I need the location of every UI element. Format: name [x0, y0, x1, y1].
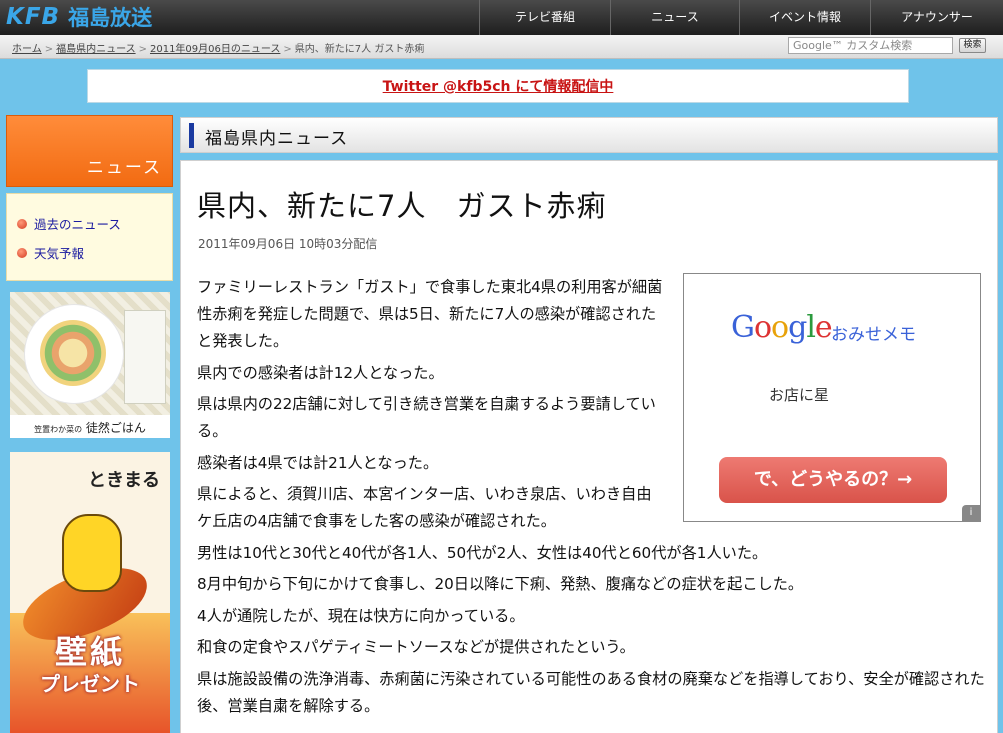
article: 県内、新たに7人 ガスト赤痢 2011年09月06日 10時03分配信 ファミリ… — [180, 160, 998, 733]
section-title: 福島県内ニュース — [205, 129, 349, 149]
search-button[interactable]: 検索 — [959, 38, 986, 53]
google-ad[interactable]: Google おみせメモ お店に星 で、どうやるの？→ i — [683, 273, 981, 522]
pasta-photo — [10, 292, 170, 415]
article-paragraph: 4人が通院したが、現在は快方に向かっている。 — [197, 606, 525, 625]
article-paragraph: ファミリーレストラン「ガスト」で食事した東北4県の利用客が細菌性赤痢を発症した問… — [197, 278, 663, 350]
google-ad-cta-button[interactable]: で、どうやるの？→ — [719, 457, 947, 503]
search-input[interactable] — [788, 37, 953, 54]
main-nav: テレビ番組 ニュース イベント情報 アナウンサー — [479, 0, 1003, 35]
article-headline: 県内、新たに7人 ガスト赤痢 — [197, 189, 607, 223]
twitter-banner: Twitter @kfb5ch にて情報配信中 — [87, 69, 909, 103]
logo-mark: KFB — [6, 4, 61, 30]
recipe-ad-author: 笠置わか菜の — [34, 425, 83, 434]
book-image — [124, 310, 166, 404]
breadcrumb: ホーム > 福島県内ニュース >2011年09月06日のニュース > 県内、新たに7人 ガ… — [12, 44, 425, 55]
recipe-ad-caption: 笠置わか菜の 徒然ごはん — [10, 419, 170, 436]
recipe-ad-title: 徒然ごはん — [85, 421, 146, 435]
nav-tv-programs[interactable]: テレビ番組 — [479, 0, 610, 35]
google-ad-product: おみせメモ — [831, 325, 916, 345]
section-marker — [189, 123, 194, 148]
bullet-icon — [17, 218, 27, 229]
recipe-ad-banner[interactable]: 笠置わか菜の 徒然ごはん — [10, 292, 170, 438]
nav-announcers[interactable]: アナウンサー — [870, 0, 1003, 35]
nav-news[interactable]: ニュース — [610, 0, 739, 35]
breadcrumb-current: 県内、新たに7人 ガスト赤痢 — [294, 44, 425, 55]
ad-info-icon[interactable]: i — [962, 505, 980, 521]
article-paragraph: 県によると、須賀川店、本宮インター店、いわき泉店、いわき自由ケ丘店の4店舗で食事… — [197, 485, 652, 530]
sidebar-item-label: 天気予報 — [34, 246, 85, 261]
wallpaper-ad-subtitle: プレゼント — [40, 672, 140, 696]
sidebar-links: 過去のニュース 天気予報 — [6, 193, 173, 281]
article-body: ファミリーレストラン「ガスト」で食事した東北4県の利用客が細菌性赤痢を発症した問… — [197, 274, 985, 724]
sidebar-heading-label: ニュース — [86, 158, 162, 178]
article-paragraph: 県は施設設備の洗浄消毒、赤痢菌に汚染されている可能性のある食材の廃棄などを指導し… — [197, 669, 985, 715]
twitter-link[interactable]: Twitter @kfb5ch にて情報配信中 — [383, 79, 614, 95]
breadcrumb-date-news[interactable]: 2011年09月06日のニュース — [150, 44, 280, 55]
mascot-image — [62, 514, 122, 592]
article-paragraph: 感染者は4県では計21人となった。 — [197, 453, 439, 472]
sidebar-item-past-news[interactable]: 過去のニュース — [17, 214, 121, 233]
article-paragraph: 和食の定食やスパゲティミートソースなどが提供されたという。 — [197, 638, 635, 656]
section-header: 福島県内ニュース — [180, 117, 998, 153]
wallpaper-ad-banner[interactable]: ときまる 壁紙 プレゼント — [10, 452, 170, 733]
bullet-icon — [17, 247, 27, 258]
article-dateline: 2011年09月06日 10時03分配信 — [198, 237, 378, 251]
nav-events[interactable]: イベント情報 — [739, 0, 870, 35]
article-paragraph: 県は県内の22店舗に対して引き続き営業を自粛するよう要請している。 — [197, 395, 656, 440]
google-ad-line: お店に星 — [769, 386, 830, 404]
pasta-image — [40, 320, 106, 386]
site-logo[interactable]: KFB 福島放送 — [6, 4, 152, 30]
logo-name: 福島放送 — [68, 6, 153, 30]
article-paragraph: 8月中旬から下旬にかけて食事し、20日以降に下痢、発熱、腹痛などの症状を起こした… — [197, 575, 804, 593]
article-paragraph: 男性は10代と30代と40代が各1人、50代が2人、女性は40代と60代が各1人… — [197, 543, 768, 562]
breadcrumb-home[interactable]: ホーム — [12, 44, 42, 55]
sidebar-item-weather[interactable]: 天気予報 — [17, 243, 84, 262]
wallpaper-ad-brand: ときまる — [88, 470, 160, 491]
top-header: KFB 福島放送 テレビ番組 ニュース イベント情報 アナウンサー — [0, 0, 1003, 35]
article-paragraph: 県内での感染者は計12人となった。 — [197, 363, 444, 382]
google-logo: Google — [731, 310, 833, 345]
sidebar-item-label: 過去のニュース — [34, 217, 121, 232]
breadcrumb-prefecture-news[interactable]: 福島県内ニュース — [56, 44, 136, 55]
sidebar-heading[interactable]: ニュース — [6, 115, 173, 187]
wallpaper-ad-title: 壁紙 — [54, 633, 125, 671]
